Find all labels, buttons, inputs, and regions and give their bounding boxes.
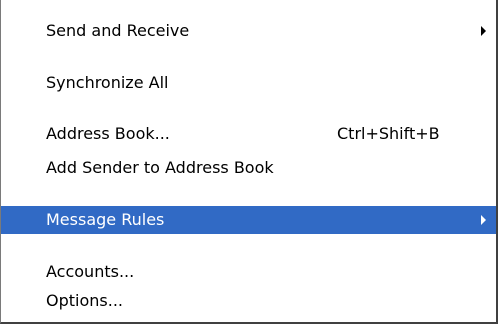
menu-item-label: Send and Receive bbox=[46, 21, 190, 40]
menu-item-label: Options... bbox=[46, 291, 123, 310]
menu-item-label: Synchronize All bbox=[46, 73, 169, 92]
submenu-arrow-icon bbox=[481, 215, 486, 225]
menu-item-options[interactable]: Options... bbox=[1, 287, 496, 315]
menu-item-add-sender-to-address-book[interactable]: Add Sender to Address Book bbox=[1, 154, 496, 182]
menu-item-label: Message Rules bbox=[46, 210, 165, 229]
menu-item-address-book[interactable]: Address Book... Ctrl+Shift+B bbox=[1, 120, 496, 148]
menu-item-label: Add Sender to Address Book bbox=[46, 158, 274, 177]
submenu-arrow-icon bbox=[481, 26, 486, 36]
menu-item-label: Address Book... bbox=[46, 124, 170, 143]
menu-item-synchronize-all[interactable]: Synchronize All bbox=[1, 69, 496, 97]
menu-item-message-rules[interactable]: Message Rules bbox=[1, 206, 496, 234]
menu-item-shortcut: Ctrl+Shift+B bbox=[337, 124, 440, 143]
menu-item-label: Accounts... bbox=[46, 262, 135, 281]
tools-context-menu: Send and Receive Synchronize All Address… bbox=[0, 0, 498, 324]
menu-item-accounts[interactable]: Accounts... bbox=[1, 258, 496, 286]
menu-item-send-and-receive[interactable]: Send and Receive bbox=[1, 17, 496, 45]
